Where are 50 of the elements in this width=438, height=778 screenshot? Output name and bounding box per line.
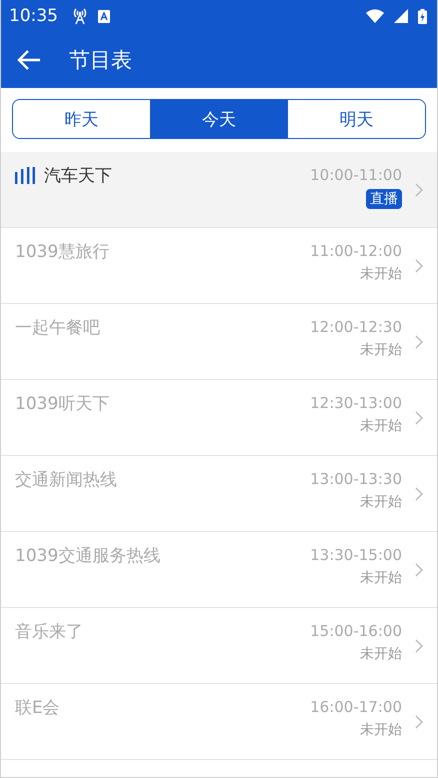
program-name: 交通新闻热线 [15, 469, 117, 491]
program-row[interactable]: 汽车天下 10:00-11:00 直播 [1, 152, 437, 228]
program-status: 未开始 [360, 265, 402, 283]
program-time: 10:00-11:00 [310, 166, 402, 184]
status-time: 10:35 [9, 6, 58, 26]
program-time: 15:00-16:00 [310, 622, 402, 640]
back-arrow-icon[interactable] [17, 50, 41, 70]
program-row[interactable]: 音乐来了 15:00-16:00 未开始 [1, 608, 437, 684]
program-time: 11:00-12:00 [310, 242, 402, 260]
program-row[interactable]: 联E会 16:00-17:00 未开始 [1, 684, 437, 760]
program-name: 联E会 [15, 697, 60, 719]
battery-icon [418, 8, 427, 24]
program-row[interactable]: 一起午餐吧 12:00-12:30 未开始 [1, 304, 437, 380]
program-row[interactable]: 1039听天下 12:30-13:00 未开始 [1, 380, 437, 456]
program-time: 16:00-17:00 [310, 698, 402, 716]
program-status: 未开始 [360, 493, 402, 511]
program-time: 12:00-12:30 [310, 318, 402, 336]
chevron-right-icon [415, 182, 423, 196]
program-status: 未开始 [360, 341, 402, 359]
program-time: 13:00-13:30 [310, 470, 402, 488]
program-row[interactable]: 1039交通服务热线 13:30-15:00 未开始 [1, 532, 437, 608]
keyboard-a-icon [98, 10, 110, 22]
program-time: 12:30-13:00 [310, 394, 402, 412]
chevron-right-icon [415, 334, 423, 348]
program-row[interactable]: 交通新闻热线 13:00-13:30 未开始 [1, 456, 437, 532]
program-status: 未开始 [360, 569, 402, 587]
program-status: 未开始 [360, 417, 402, 435]
program-row[interactable]: 1039慧旅行 11:00-12:00 未开始 [1, 228, 437, 304]
program-name: 音乐来了 [15, 621, 83, 643]
program-status: 未开始 [360, 645, 402, 663]
program-time: 13:30-15:00 [310, 546, 402, 564]
chevron-right-icon [415, 258, 423, 272]
day-tab[interactable]: 今天 [150, 100, 288, 138]
program-name: 汽车天下 [44, 165, 112, 187]
wifi-icon [366, 9, 384, 23]
chevron-right-icon [415, 714, 423, 728]
live-badge: 直播 [366, 189, 402, 209]
page-title: 节目表 [69, 47, 132, 74]
equalizer-icon [15, 167, 35, 184]
chevron-right-icon [415, 410, 423, 424]
program-name: 一起午餐吧 [15, 317, 100, 339]
chevron-right-icon [415, 638, 423, 652]
program-name: 1039交通服务热线 [15, 545, 160, 567]
signal-icon [394, 9, 408, 23]
chevron-right-icon [415, 486, 423, 500]
program-name: 1039慧旅行 [15, 241, 110, 263]
broadcast-tower-icon [72, 7, 88, 25]
program-status: 未开始 [360, 721, 402, 739]
chevron-right-icon [415, 562, 423, 576]
program-name: 1039听天下 [15, 393, 110, 415]
